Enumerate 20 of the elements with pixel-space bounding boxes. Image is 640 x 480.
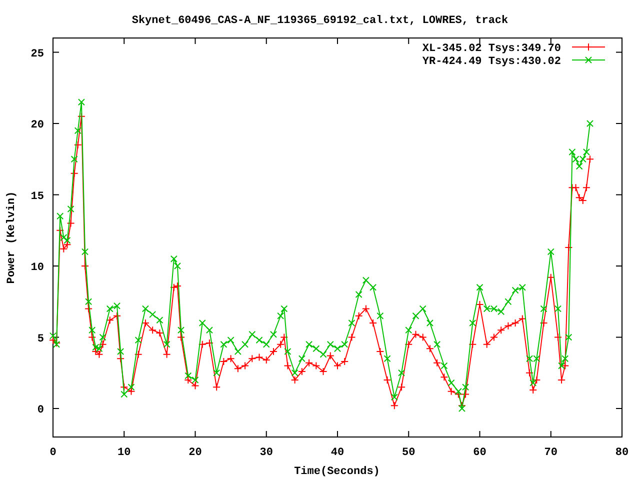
y-tick-label: 15	[30, 190, 44, 203]
x-tick-label: 70	[544, 447, 558, 459]
y-axis-label: Power (Kelvin)	[6, 191, 18, 284]
y-tick-label: 10	[30, 262, 44, 274]
x-tick-label: 80	[615, 447, 629, 459]
y-tick-label: 25	[30, 48, 44, 60]
chart-title: Skynet_60496_CAS-A_NF_119365_69192_cal.txt, LOWRES, track	[132, 15, 508, 27]
x-axis-label: Time(Seconds)	[294, 466, 380, 478]
x-tick-label: 20	[188, 447, 202, 459]
legend-label: XL-345.02 Tsys:349.70	[422, 43, 561, 55]
legend-label: YR-424.49 Tsys:430.02	[422, 56, 561, 68]
x-tick-label: 0	[50, 447, 56, 459]
x-tick-label: 60	[473, 447, 486, 459]
y-tick-label: 20	[30, 120, 44, 132]
y-tick-label: 0	[37, 404, 44, 416]
x-tick-label: 40	[330, 447, 344, 459]
x-tick-label: 30	[260, 447, 273, 459]
y-tick-label: 5	[37, 333, 44, 346]
x-tick-label: 50	[402, 447, 416, 459]
x-tick-label: 10	[118, 447, 131, 459]
